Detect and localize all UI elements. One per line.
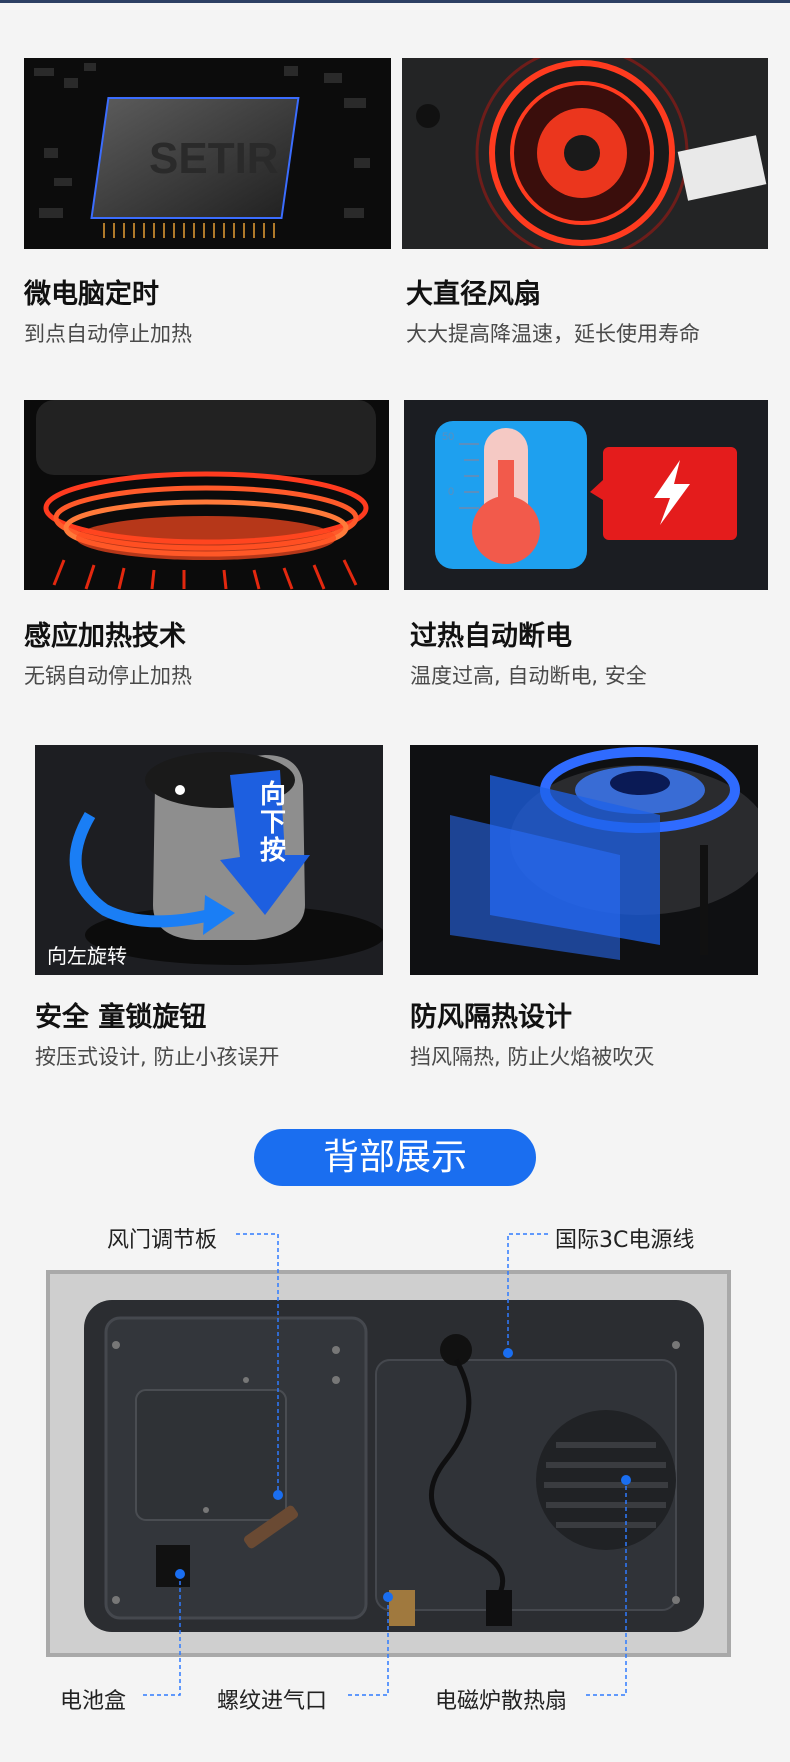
overheat-image: 50 0: [404, 400, 768, 590]
knob-press-char-2: 下: [260, 808, 286, 838]
feature-subtitle-timer: 到点自动停止加热: [24, 322, 192, 346]
thermo-tick-0: 0: [448, 486, 454, 498]
feature-title-overheat: 过热自动断电: [410, 621, 572, 652]
knob-press-char-3: 按: [260, 835, 286, 866]
feature-subtitle-overheat: 温度过高, 自动断电, 安全: [410, 664, 647, 688]
chip-image: SETIR: [24, 58, 391, 249]
induction-image: [24, 400, 389, 590]
feature-title-childlock: 安全 童锁旋钮: [35, 1002, 207, 1033]
feature-subtitle-windshield: 挡风隔热, 防止火焰被吹灭: [410, 1045, 655, 1069]
callout-power-cord: 国际3C电源线: [555, 1228, 695, 1253]
knob-press-label: 向下按: [260, 779, 286, 866]
thermo-tick-50: 50: [442, 431, 454, 443]
callout-damper: 风门调节板: [107, 1228, 218, 1253]
callout-fan: 电磁炉散热扇: [435, 1689, 568, 1714]
chip-label: SETIR: [149, 134, 279, 183]
fan-image: [402, 58, 768, 249]
callout-gas-inlet: 螺纹进气口: [217, 1689, 328, 1714]
feature-title-fan: 大直径风扇: [406, 279, 541, 310]
feature-subtitle-fan: 大大提高降温速，延长使用寿命: [406, 322, 700, 346]
top-bar: [0, 0, 790, 3]
windshield-image: [410, 745, 758, 975]
back-view-image: [46, 1270, 731, 1657]
feature-subtitle-induction: 无锅自动停止加热: [24, 664, 192, 688]
feature-title-windshield: 防风隔热设计: [410, 1002, 572, 1033]
feature-title-timer: 微电脑定时: [24, 279, 159, 310]
feature-title-induction: 感应加热技术: [24, 621, 186, 652]
feature-subtitle-childlock: 按压式设计, 防止小孩误开: [35, 1045, 280, 1069]
knob-image: 向下按 向左旋转: [35, 745, 383, 975]
knob-press-char-1: 向: [260, 779, 286, 810]
callout-battery: 电池盒: [60, 1689, 127, 1714]
knob-rotate-label: 向左旋转: [47, 944, 127, 968]
section-title-back-view: 背部展示: [254, 1129, 536, 1186]
